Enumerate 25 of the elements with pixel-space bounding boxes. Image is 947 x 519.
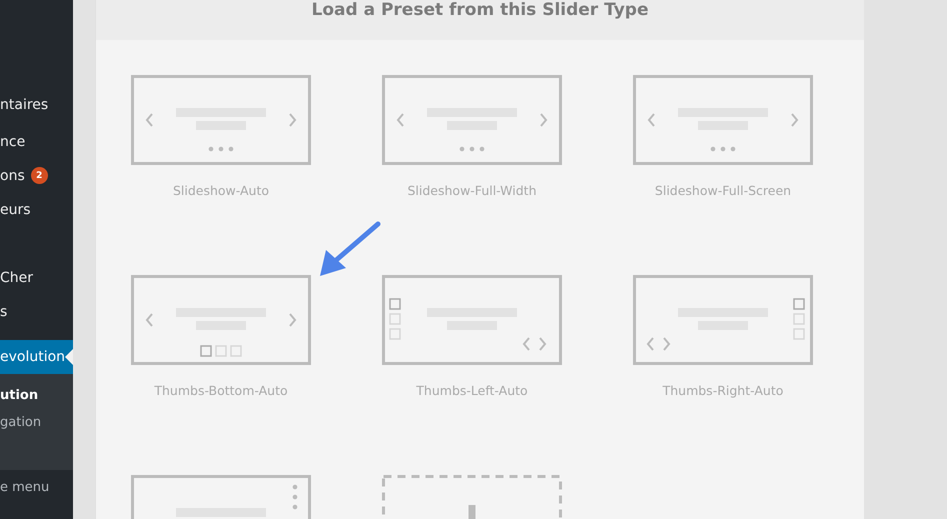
sidebar-item[interactable]: Cher	[0, 270, 34, 286]
slider-thumbnail[interactable]	[382, 75, 562, 165]
count-badge: 2	[30, 167, 48, 184]
preset-label: Thumbs-Left-Auto	[416, 383, 528, 398]
sidebar-item[interactable]: ntaires	[0, 97, 48, 113]
preset-label: Slideshow-Full-Screen	[654, 183, 792, 198]
pointer-icon	[65, 349, 73, 365]
submenu-item[interactable]: ution	[0, 382, 73, 409]
sidebar-item[interactable]: ons	[0, 168, 25, 184]
sidebar-item[interactable]: s	[0, 304, 8, 320]
preset-label: Thumbs-Right-Auto	[662, 383, 784, 398]
submenu-item[interactable]: gation	[0, 409, 73, 436]
sidebar-item[interactable]: eurs	[0, 202, 31, 218]
slider-thumbnail[interactable]	[131, 275, 311, 365]
slider-thumbnail[interactable]	[382, 275, 562, 365]
sidebar-item[interactable]: nce	[0, 134, 26, 150]
preset-label: Slideshow-Auto	[172, 183, 270, 198]
collapse-menu-link[interactable]: e menu	[0, 470, 73, 504]
preset-label: Slideshow-Full-Width	[407, 183, 537, 198]
dialog-title: Load a Preset from this Slider Type	[312, 0, 648, 22]
slider-thumbnail[interactable]	[633, 75, 813, 165]
sidebar-item[interactable]: evolution	[0, 340, 73, 374]
slider-thumbnail[interactable]	[633, 275, 813, 365]
slider-thumbnail[interactable]	[131, 75, 311, 165]
preset-label: Thumbs-Bottom-Auto	[154, 383, 288, 398]
